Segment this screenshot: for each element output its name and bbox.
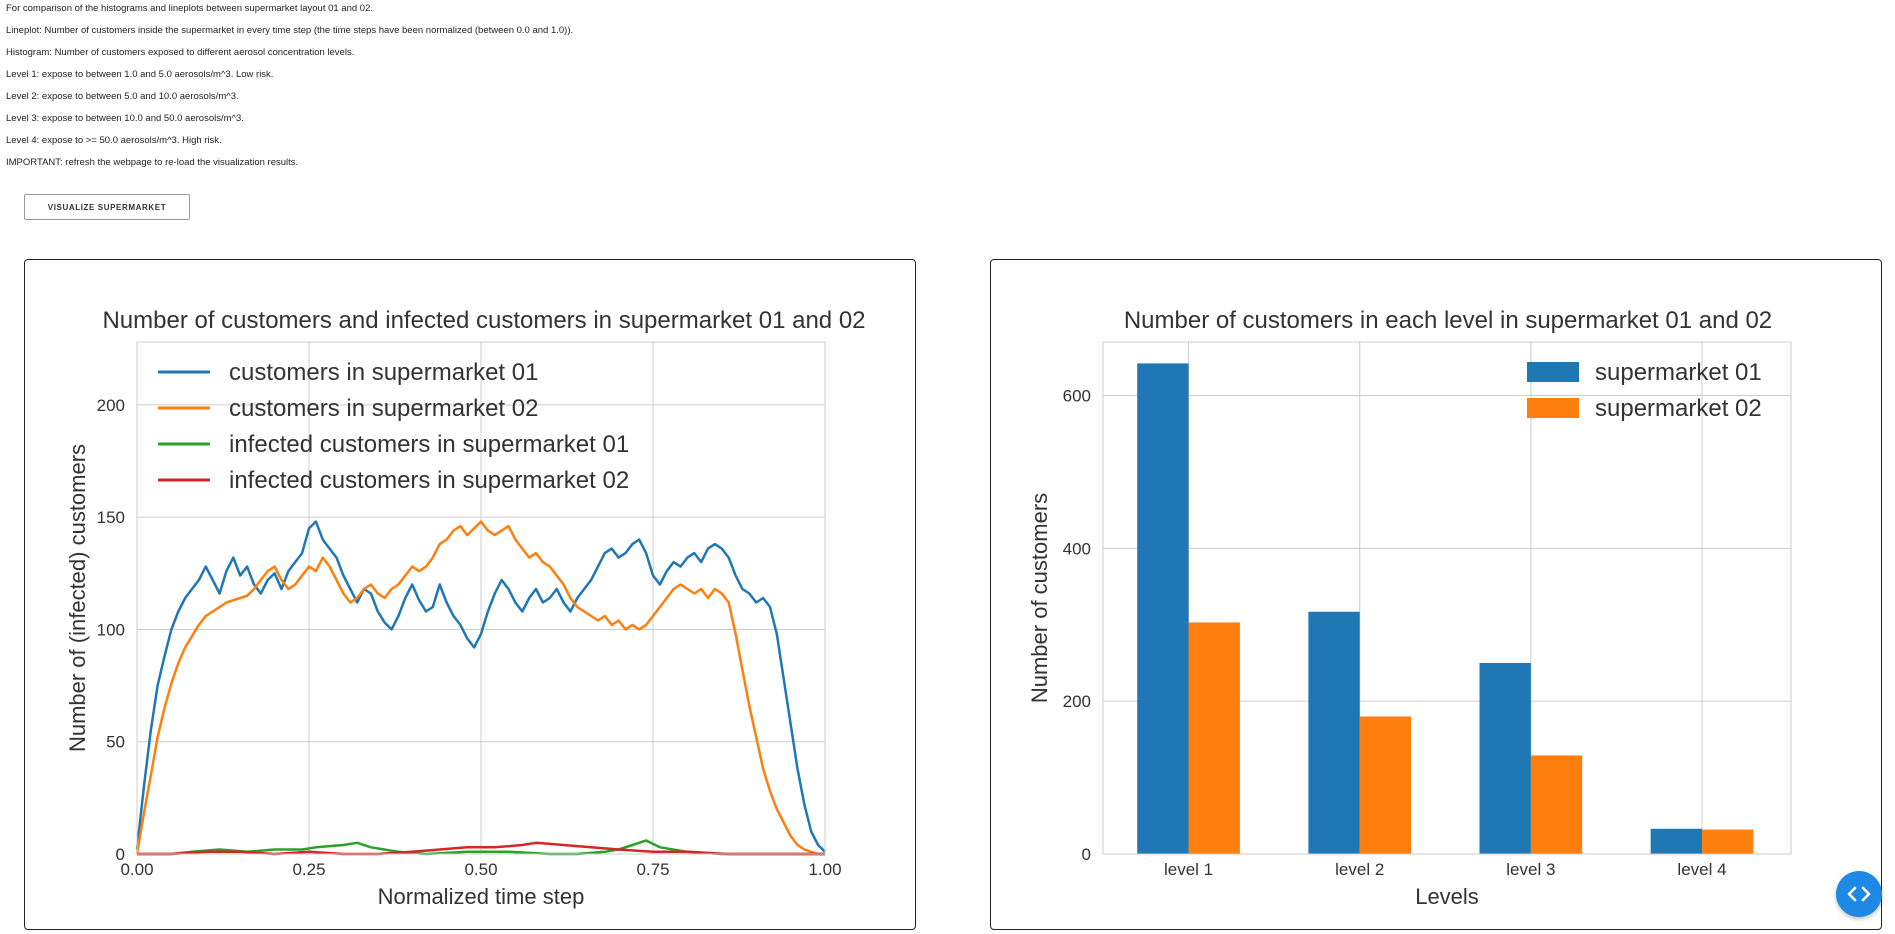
info-line-level-2: Level 2: expose to between 5.0 and 10.0 …	[6, 91, 239, 102]
lineplot-ytick-label: 0	[116, 845, 125, 864]
histogram-xlabel: Levels	[1415, 884, 1479, 909]
histogram-bar-sm02-level-4	[1702, 829, 1754, 854]
histogram-ytick-label: 0	[1082, 845, 1091, 864]
info-line-lineplot: Lineplot: Number of customers inside the…	[6, 25, 574, 36]
legend-swatch-supermarket-01	[1527, 362, 1579, 382]
lineplot-xtick-label: 0.75	[636, 860, 669, 879]
histogram-xtick-label: level 3	[1506, 860, 1555, 879]
histogram-panel: Number of customers in each level in sup…	[990, 259, 1882, 930]
lineplot-ylabel: Number of (infected) customers	[65, 444, 90, 752]
info-text-block: For comparison of the histograms and lin…	[6, 0, 573, 176]
histogram-title: Number of customers in each level in sup…	[1124, 307, 1772, 334]
histogram-xtick-label: level 1	[1164, 860, 1213, 879]
histogram-ytick-label: 600	[1063, 386, 1091, 405]
legend-swatch-supermarket-02	[1527, 398, 1579, 418]
info-line-level-1: Level 1: expose to between 1.0 and 5.0 a…	[6, 69, 274, 80]
visualize-supermarket-button[interactable]: VISUALIZE SUPERMARKET	[24, 194, 190, 220]
lineplot-legend: customers in supermarket 01 customers in…	[158, 359, 629, 494]
lineplot-ytick-label: 50	[106, 733, 125, 752]
histogram-bar-sm02-level-3	[1530, 755, 1583, 854]
lineplot-xtick-label: 0.00	[120, 860, 153, 879]
lineplot-title: Number of customers and infected custome…	[102, 307, 865, 334]
info-line-level-3: Level 3: expose to between 10.0 and 50.0…	[6, 113, 244, 124]
legend-label-supermarket-02: supermarket 02	[1595, 395, 1762, 422]
histogram-bar-sm01-level-1	[1137, 363, 1189, 854]
histogram-bar-sm01-level-4	[1650, 828, 1703, 854]
info-line-level-4: Level 4: expose to >= 50.0 aerosols/m^3.…	[6, 135, 222, 146]
info-line-comparison: For comparison of the histograms and lin…	[6, 3, 374, 14]
histogram-chart: Number of customers in each level in sup…	[1027, 307, 1792, 909]
histogram-bar-sm01-level-3	[1479, 662, 1531, 854]
legend-label-infected-sm01: infected customers in supermarket 01	[229, 431, 629, 458]
lineplot-chart: Number of customers and infected custome…	[65, 307, 866, 909]
info-line-histogram: Histogram: Number of customers exposed t…	[6, 47, 355, 58]
code-toggle-button[interactable]	[1836, 871, 1882, 917]
histogram-xtick-label: level 2	[1335, 860, 1384, 879]
legend-label-supermarket-01: supermarket 01	[1595, 359, 1762, 386]
lineplot-ytick-label: 200	[97, 396, 125, 415]
lineplot-xtick-label: 0.25	[292, 860, 325, 879]
histogram-bar-sm02-level-2	[1359, 716, 1412, 854]
lineplot-ytick-label: 100	[97, 620, 125, 639]
histogram-ylabel: Number of customers	[1027, 493, 1052, 703]
lineplot-xtick-label: 0.50	[464, 860, 497, 879]
lineplot-xlabel: Normalized time step	[378, 884, 585, 909]
histogram-legend: supermarket 01 supermarket 02	[1527, 359, 1762, 422]
lineplot-panel: Number of customers and infected custome…	[24, 259, 916, 930]
histogram-bar-sm01-level-2	[1308, 611, 1360, 854]
legend-label-infected-sm02: infected customers in supermarket 02	[229, 467, 629, 494]
info-line-important: IMPORTANT: refresh the webpage to re-loa…	[6, 157, 299, 168]
histogram-ytick-label: 200	[1063, 692, 1091, 711]
legend-label-sm01: customers in supermarket 01	[229, 359, 538, 386]
legend-label-sm02: customers in supermarket 02	[229, 395, 538, 422]
code-icon	[1847, 886, 1871, 902]
histogram-bar-sm02-level-1	[1188, 622, 1240, 854]
lineplot-ytick-label: 150	[97, 508, 125, 527]
lineplot-xtick-label: 1.00	[808, 860, 841, 879]
histogram-xtick-label: level 4	[1677, 860, 1726, 879]
histogram-ytick-label: 400	[1063, 539, 1091, 558]
